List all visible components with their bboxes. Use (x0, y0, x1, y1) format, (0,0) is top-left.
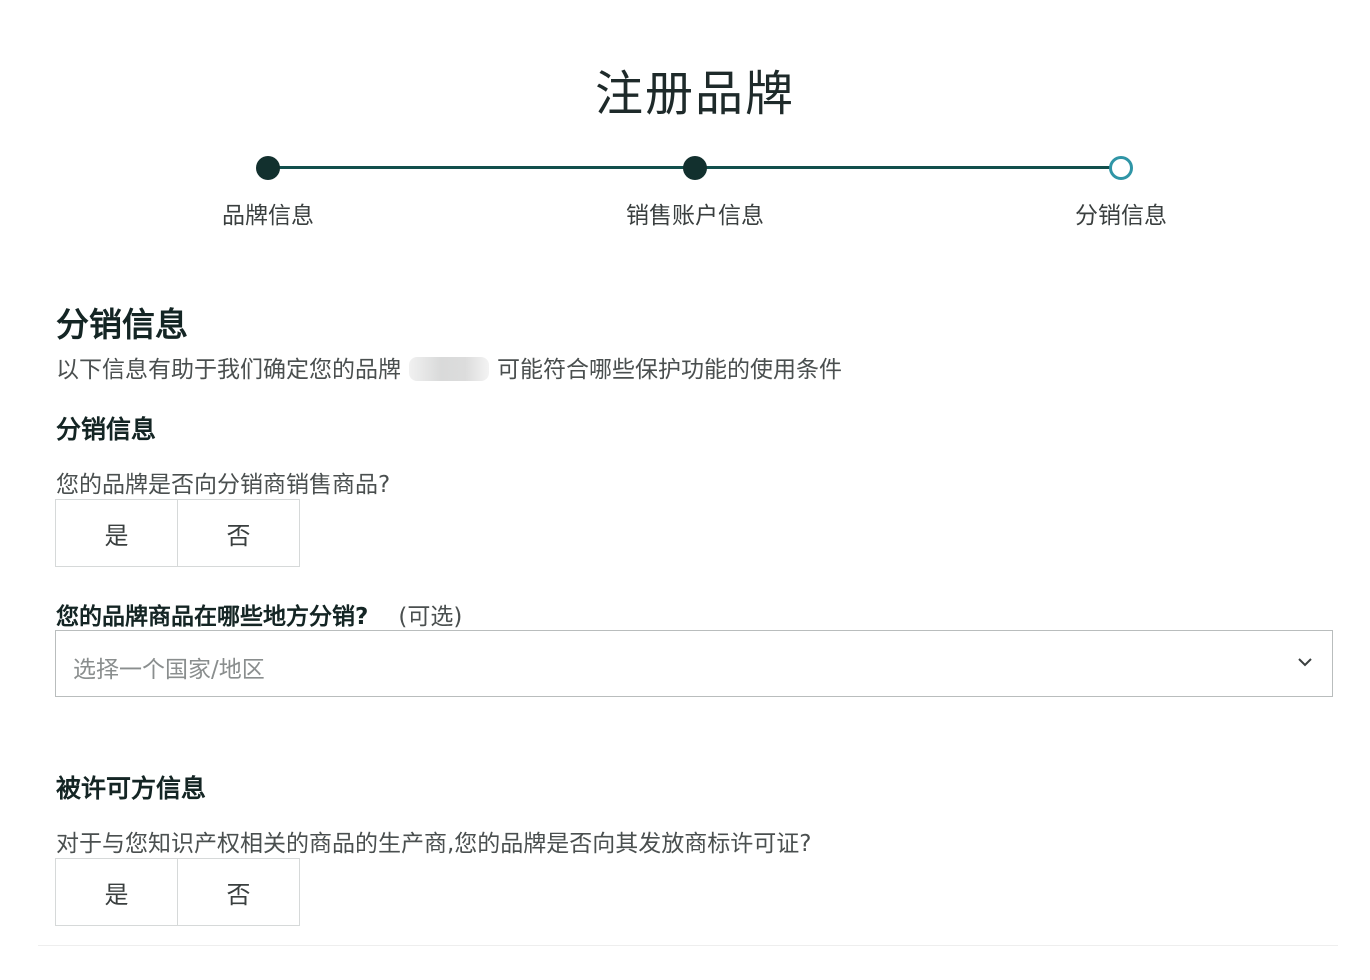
distribution-region-label: 您的品牌商品在哪些地方分销? (可选) (56, 597, 462, 631)
step-label-brand-info: 品牌信息 (222, 203, 314, 229)
step-dot-completed (256, 156, 280, 180)
page-title: 注册品牌 (594, 66, 795, 122)
licensee-yes-button[interactable]: 是 (56, 859, 177, 925)
step-label-distribution-info: 分销信息 (1075, 203, 1167, 229)
step-label-sales-account-info: 销售账户信息 (626, 203, 764, 229)
progress-stepper: 品牌信息 销售账户信息 分销信息 (0, 150, 1370, 230)
distribution-region-question: 您的品牌商品在哪些地方分销? (56, 604, 369, 630)
select-placeholder: 选择一个国家/地区 (73, 657, 265, 683)
section-description: 以下信息有助于我们确定您的品牌 可能符合哪些保护功能的使用条件 (56, 350, 842, 384)
optional-tag: (可选) (398, 604, 463, 630)
distribution-question: 您的品牌是否向分销商销售商品? (56, 472, 391, 498)
licensee-question: 对于与您知识产权相关的商品的生产商,您的品牌是否向其发放商标许可证? (56, 831, 812, 857)
step-dot-completed (683, 156, 707, 180)
distributor-yes-button[interactable]: 是 (56, 500, 177, 566)
step-connector (268, 166, 695, 169)
country-region-select[interactable]: 选择一个国家/地区 (55, 630, 1333, 697)
distribution-subheading: 分销信息 (56, 415, 157, 444)
description-text-before: 以下信息有助于我们确定您的品牌 (56, 357, 401, 383)
step-dot-current (1109, 156, 1133, 180)
step-connector (695, 166, 1121, 169)
description-text-after: 可能符合哪些保护功能的使用条件 (497, 357, 842, 383)
distributor-no-button[interactable]: 否 (177, 500, 299, 566)
section-heading: 分销信息 (56, 305, 188, 344)
chevron-down-icon (1298, 658, 1312, 667)
licensee-no-button[interactable]: 否 (177, 859, 299, 925)
divider (38, 945, 1338, 946)
distributor-yes-no-toggle: 是 否 (55, 499, 300, 567)
redacted-brand-name (409, 357, 489, 381)
licensee-yes-no-toggle: 是 否 (55, 858, 300, 926)
licensee-subheading: 被许可方信息 (56, 774, 207, 803)
